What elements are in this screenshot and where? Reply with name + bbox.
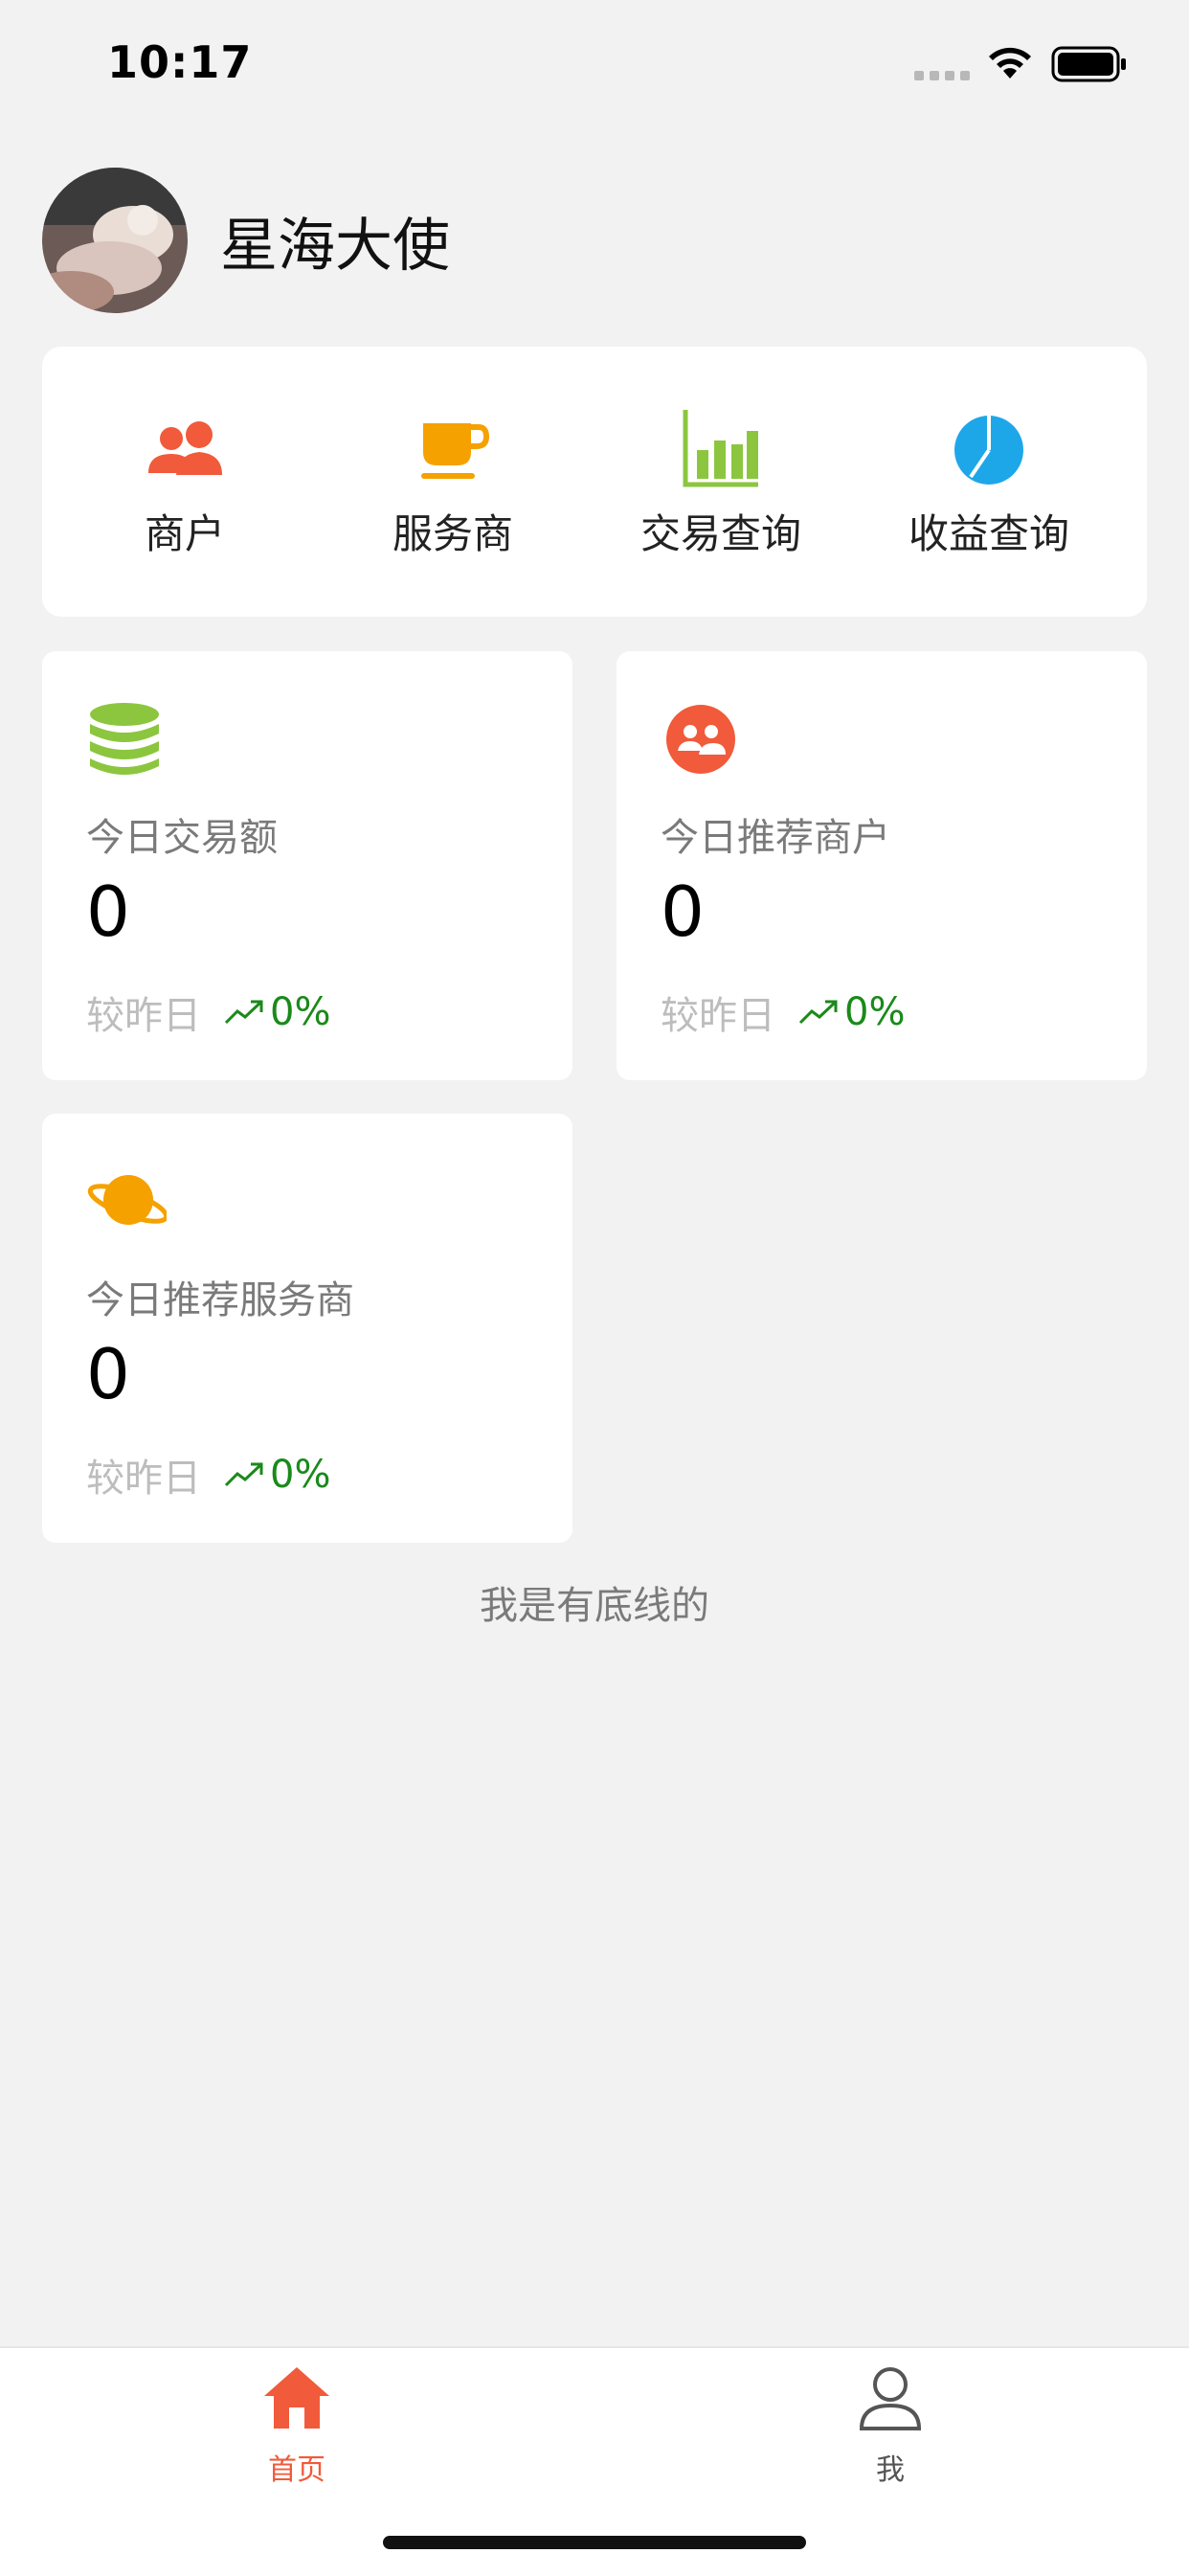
stat-label: 今日推荐商户 xyxy=(661,816,890,860)
trend-up-icon xyxy=(224,1000,263,1025)
planet-icon xyxy=(87,1175,167,1225)
compare-label: 较昨日 xyxy=(86,994,201,1038)
stat-compare: 较昨日 0% xyxy=(661,984,905,1040)
trend: 0% xyxy=(798,990,905,1034)
change-value: 0% xyxy=(270,1453,331,1497)
quick-menu-card: 商户 服务商 交易查询 收益查询 xyxy=(42,347,1147,617)
home-icon xyxy=(264,2367,329,2429)
stat-card-recommended-providers[interactable]: 今日推荐服务商 0 较昨日 0% xyxy=(42,1114,572,1543)
stat-card-transaction-volume[interactable]: 今日交易额 0 较昨日 0% xyxy=(42,651,572,1080)
home-indicator[interactable] xyxy=(383,2536,806,2549)
menu-item-merchants[interactable]: 商户 xyxy=(51,347,319,617)
menu-item-earnings[interactable]: 收益查询 xyxy=(855,347,1123,617)
database-icon xyxy=(90,703,159,775)
battery-icon xyxy=(1051,46,1126,82)
menu-label: 收益查询 xyxy=(908,510,1069,557)
stat-label: 今日推荐服务商 xyxy=(86,1278,354,1322)
end-of-list-note: 我是有底线的 xyxy=(480,1584,709,1628)
trend-up-icon xyxy=(224,1462,263,1487)
users-icon xyxy=(148,421,222,475)
person-icon xyxy=(859,2367,922,2430)
bar-chart-icon xyxy=(683,410,758,487)
stat-value: 0 xyxy=(86,871,130,952)
stat-compare: 较昨日 0% xyxy=(86,1447,330,1503)
wifi-icon xyxy=(989,47,1031,79)
stat-card-recommended-merchants[interactable]: 今日推荐商户 0 较昨日 0% xyxy=(617,651,1147,1080)
status-time: 10:17 xyxy=(107,36,253,88)
compare-label: 较昨日 xyxy=(661,994,775,1038)
menu-label: 交易查询 xyxy=(639,510,801,557)
tab-label: 首页 xyxy=(268,2453,325,2487)
trend: 0% xyxy=(224,990,330,1034)
stat-compare: 较昨日 0% xyxy=(86,984,330,1040)
cellular-signal-icon xyxy=(914,71,970,80)
cup-icon xyxy=(421,423,490,479)
tab-label: 我 xyxy=(876,2453,905,2487)
menu-label: 服务商 xyxy=(392,510,513,557)
stat-label: 今日交易额 xyxy=(86,816,278,860)
menu-item-transactions[interactable]: 交易查询 xyxy=(587,347,855,617)
group-icon xyxy=(666,705,735,774)
change-value: 0% xyxy=(844,990,906,1034)
tab-home[interactable]: 首页 xyxy=(201,2361,393,2488)
avatar-photo-icon xyxy=(42,168,188,313)
menu-label: 商户 xyxy=(144,510,225,557)
tab-me[interactable]: 我 xyxy=(795,2361,986,2488)
status-bar: 10:17 xyxy=(0,0,1189,124)
change-value: 0% xyxy=(270,990,331,1034)
stat-value: 0 xyxy=(86,1334,130,1414)
username: 星海大使 xyxy=(220,212,450,280)
compare-label: 较昨日 xyxy=(86,1457,201,1501)
trend: 0% xyxy=(224,1453,330,1497)
avatar[interactable] xyxy=(42,168,188,313)
menu-item-service-providers[interactable]: 服务商 xyxy=(319,347,587,617)
stat-value: 0 xyxy=(661,871,705,952)
profile-header[interactable]: 星海大使 xyxy=(42,168,450,313)
trend-up-icon xyxy=(798,1000,838,1025)
pie-chart-icon xyxy=(954,416,1023,485)
